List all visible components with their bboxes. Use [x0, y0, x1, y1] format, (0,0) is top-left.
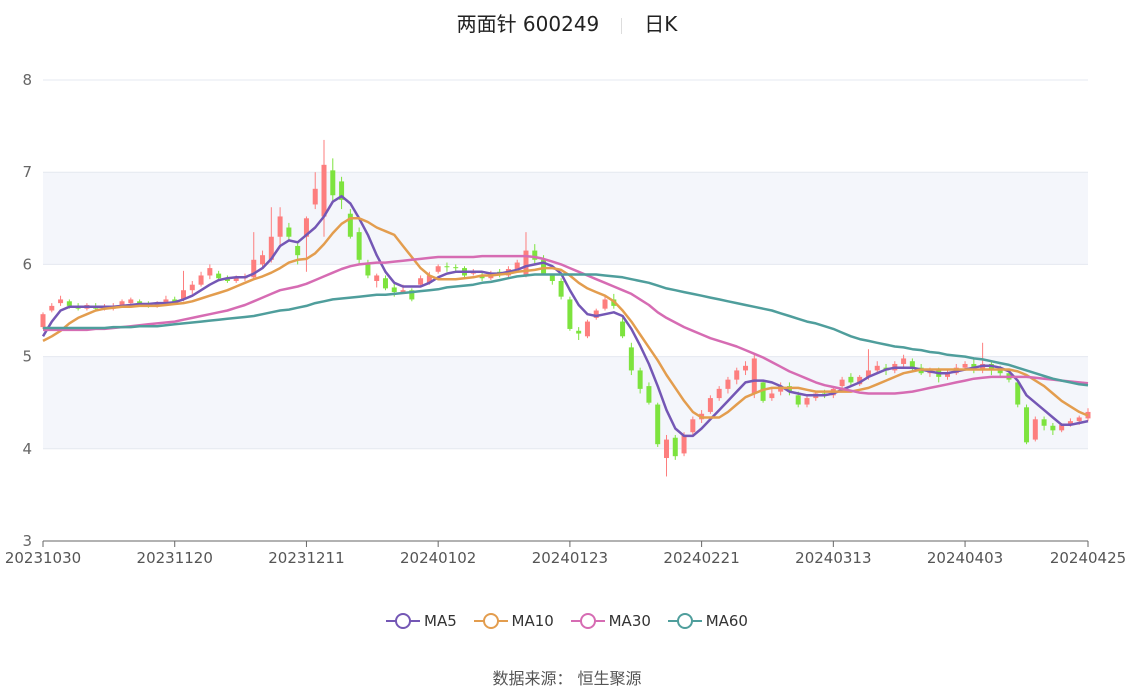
candle-body: [769, 393, 775, 399]
candle-body: [848, 376, 854, 383]
candle-body: [725, 379, 731, 389]
candle-body: [365, 264, 371, 276]
x-tick-label: 20231120: [137, 549, 213, 567]
legend-label: MA10: [511, 612, 554, 630]
x-tick-label: 20240102: [400, 549, 476, 567]
candle-body: [663, 439, 669, 459]
candle-body: [655, 404, 661, 445]
x-tick-label: 20240313: [795, 549, 871, 567]
x-tick-label: 20240123: [532, 549, 608, 567]
legend-label: MA60: [705, 612, 748, 630]
candle-body: [576, 330, 582, 334]
candle-body: [734, 370, 740, 380]
candle-body: [584, 321, 590, 337]
candle-body: [558, 280, 564, 297]
candle-body: [216, 273, 222, 279]
candle-body: [637, 370, 643, 389]
candle-body: [707, 398, 713, 412]
y-tick-label: 4: [22, 440, 32, 458]
candle-body: [646, 386, 652, 403]
y-tick-label: 3: [22, 532, 32, 550]
candlestick-chart: 3 4 5 6 7 8 20231030 20231120 20231211 20240102 20…: [5, 71, 1126, 567]
candle-body: [672, 437, 678, 457]
y-tick-label: 6: [22, 255, 32, 273]
candle-body: [962, 363, 968, 368]
legend-ma30-marker: [570, 613, 605, 629]
candle-body: [40, 314, 46, 328]
legend-item-ma5[interactable]: MA5: [386, 612, 457, 630]
candle-body: [997, 370, 1003, 374]
candle-body: [1050, 425, 1056, 431]
candle-body: [286, 227, 292, 237]
x-tick-label: 20240425: [1050, 549, 1126, 567]
legend-ma10-marker: [473, 613, 508, 629]
candle-body: [66, 301, 72, 306]
candle-body: [602, 299, 608, 309]
candle-body: [58, 299, 64, 304]
candle-body: [716, 388, 722, 399]
candle-body: [277, 216, 283, 237]
candle-body: [1032, 419, 1038, 440]
legend-label: MA30: [608, 612, 651, 630]
x-tick-label: 20240403: [927, 549, 1003, 567]
candle-body: [453, 267, 459, 269]
candle-body: [330, 170, 336, 196]
candle-body: [356, 232, 362, 260]
candle-body: [295, 245, 301, 256]
legend-item-ma60[interactable]: MA60: [667, 612, 748, 630]
x-tick-label: 20231030: [5, 549, 81, 567]
candle-body: [549, 275, 555, 281]
y-tick-label: 8: [22, 71, 32, 89]
candle-body: [901, 358, 907, 364]
candle-body: [690, 419, 696, 433]
candle-body: [418, 278, 424, 285]
x-tick-label: 20240221: [663, 549, 739, 567]
candle-body: [207, 268, 213, 276]
candle-body: [435, 266, 441, 272]
y-tick-label: 7: [22, 163, 32, 181]
grid-band: [43, 172, 1088, 265]
legend-item-ma30[interactable]: MA30: [570, 612, 651, 630]
legend-item-ma10[interactable]: MA10: [473, 612, 554, 630]
y-tick-label: 5: [22, 348, 32, 366]
candle-body: [1024, 407, 1030, 443]
candle-body: [321, 164, 327, 217]
candle-body: [444, 266, 450, 268]
candle-body: [128, 299, 134, 304]
candle-body: [628, 347, 634, 371]
candle-body: [374, 275, 380, 281]
candle-body: [567, 299, 573, 329]
candle-body: [312, 188, 318, 205]
candle-body: [620, 321, 626, 337]
candle-body: [260, 255, 266, 265]
candle-body: [751, 358, 757, 394]
x-tick-label: 20231211: [268, 549, 344, 567]
data-source: 数据来源： 恒生聚源: [492, 669, 642, 688]
candle-body: [874, 365, 880, 371]
legend-ma60-marker: [667, 613, 702, 629]
candle-body: [839, 379, 845, 387]
candle-body: [189, 284, 195, 291]
legend-ma5-marker: [386, 613, 420, 629]
candle-body: [681, 434, 687, 454]
candle-body: [795, 395, 801, 405]
candle-body: [49, 305, 55, 311]
legend: MA5 MA10 MA30 MA60: [0, 612, 1134, 634]
candle-body: [804, 398, 810, 405]
candle-body: [743, 365, 749, 371]
candle-body: [198, 275, 204, 285]
candle-body: [1076, 417, 1082, 422]
legend-label: MA5: [424, 612, 457, 630]
candle-body: [1041, 419, 1047, 426]
candle-body: [391, 287, 397, 293]
candle-body: [382, 278, 388, 289]
